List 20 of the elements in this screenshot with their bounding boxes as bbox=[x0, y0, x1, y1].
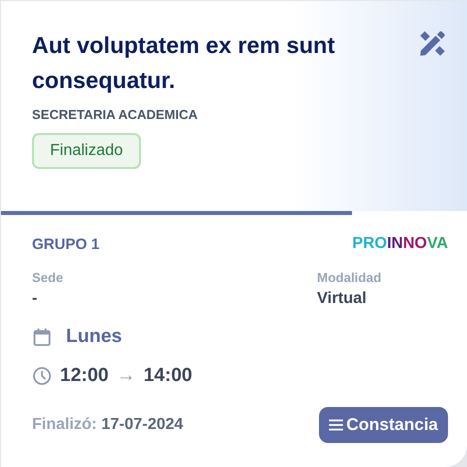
clock-icon bbox=[32, 366, 52, 386]
certificate-button[interactable]: Constancia bbox=[319, 407, 448, 443]
department-label: SECRETARIA ACADEMICA bbox=[32, 107, 199, 122]
finished-date: 17-07-2024 bbox=[101, 416, 184, 433]
day-label: Lunes bbox=[66, 326, 122, 348]
arrow-icon: → bbox=[116, 365, 136, 387]
field-value: - bbox=[32, 290, 38, 308]
pencil-ruler-icon[interactable] bbox=[417, 28, 448, 59]
menu-icon bbox=[329, 418, 344, 432]
start-time: 12:00 bbox=[60, 365, 109, 387]
calendar-icon bbox=[32, 327, 52, 347]
end-time: 14:00 bbox=[144, 365, 192, 387]
finished-label: Finalizó: bbox=[32, 416, 97, 433]
field-label: Modalidad bbox=[317, 270, 382, 285]
field-value: Virtual bbox=[317, 290, 368, 308]
group-label: GRUPO 1 bbox=[32, 236, 100, 252]
status-badge: Finalizado bbox=[32, 133, 141, 169]
logo: PROINNOVA bbox=[352, 235, 448, 253]
course-title: Aut voluptatem ex rem sunt consequatur. bbox=[32, 31, 336, 95]
field-label: Sede bbox=[32, 270, 64, 285]
